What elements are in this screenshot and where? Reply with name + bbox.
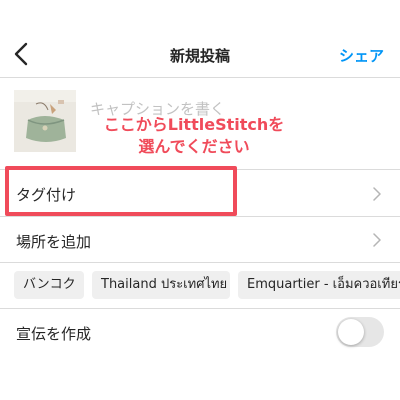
promotion-toggle[interactable] [336, 317, 384, 347]
instruction-annotation: ここからLittleStitchを 選んでください [84, 114, 304, 158]
top-bar: 新規投稿 シェア [0, 0, 400, 78]
add-location-row[interactable]: 場所を追加 [0, 217, 400, 263]
location-chip[interactable]: Emquartier - เอ็มควอเทียร์ [238, 271, 400, 299]
chevron-right-icon [373, 233, 381, 247]
chevron-right-icon [373, 187, 381, 201]
toggle-knob [338, 319, 364, 345]
create-promotion-label: 宣伝を作成 [16, 325, 92, 343]
location-suggestions: バンコク Thailand ประเทศไทย Emquartier - เอ็… [0, 263, 400, 309]
create-promotion-row: 宣伝を作成 [0, 309, 400, 355]
post-thumbnail [14, 90, 76, 152]
location-chip[interactable]: バンコク [14, 271, 84, 299]
location-chip[interactable]: Thailand ประเทศไทย [92, 271, 230, 299]
compose-section: キャプションを書く ここからLittleStitchを 選んでください [0, 78, 400, 170]
add-location-label: 場所を追加 [16, 233, 92, 251]
share-button[interactable]: シェア [339, 45, 384, 66]
annotation-line-1: ここからLittleStitchを [103, 115, 285, 134]
annotation-line-2: 選んでください [138, 137, 250, 156]
highlight-box [5, 166, 237, 216]
